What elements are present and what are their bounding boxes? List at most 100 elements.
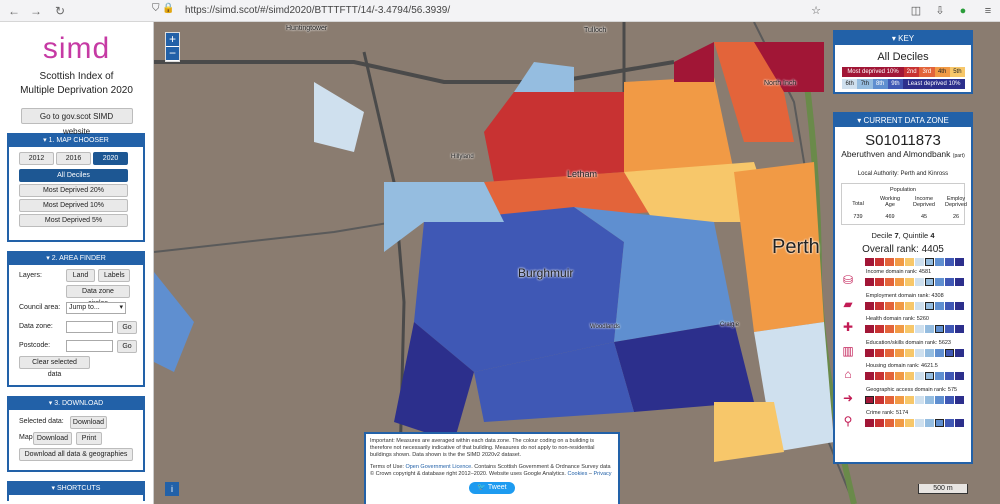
all-deciles-button[interactable]: All Deciles <box>19 169 128 182</box>
map-label-burghmuir: Burghmuir <box>518 266 574 280</box>
pocket-icon[interactable]: ◫ <box>908 3 924 19</box>
data-zone-circles-button[interactable]: Data zone circles <box>66 285 130 307</box>
domain-row: ▥ Education/skills domain rank: 5623 <box>835 340 971 364</box>
decile-cell-10 <box>955 301 964 310</box>
key-decile-4: 4th <box>934 67 950 77</box>
council-area-select[interactable]: Jump to... ▾ <box>66 302 126 314</box>
year-2012-button[interactable]: 2012 <box>19 152 54 165</box>
decile-cell-1 <box>865 419 874 427</box>
ogl-link[interactable]: Open Government Licence <box>405 464 471 470</box>
decile-cell-9 <box>945 348 954 357</box>
decile-cell-10 <box>955 348 964 357</box>
postcode-input[interactable] <box>66 340 113 352</box>
decile-cell-6 <box>915 278 924 286</box>
decile-cell-1 <box>865 301 874 310</box>
go-to-govscot-button[interactable]: Go to gov.scot SIMD website <box>20 108 133 136</box>
decile-cell-2 <box>875 278 884 286</box>
labels-layer-button[interactable]: Labels <box>98 269 130 282</box>
map-chooser-title: 1. MAP CHOOSER <box>48 137 109 144</box>
area-finder-panel: ▾ 2. AREA FINDER Layers: Land Labels Dat… <box>7 251 145 387</box>
decile-cell-8 <box>935 348 944 357</box>
area-finder-header[interactable]: ▾ 2. AREA FINDER <box>9 253 143 265</box>
decile-cell-10 <box>955 419 964 427</box>
url-bar[interactable]: https://simd.scot/#/simd2020/BTTTFTT/14/… <box>185 3 450 19</box>
bookmark-star-icon[interactable]: ☆ <box>808 3 824 19</box>
decile-cell-10 <box>955 395 964 404</box>
map-chooser-header[interactable]: ▾ 1. MAP CHOOSER <box>9 135 143 147</box>
zoom-in-button[interactable]: + <box>166 33 179 47</box>
decile-cell-7 <box>925 258 934 266</box>
decile-cell-10 <box>955 258 964 266</box>
forward-icon[interactable]: → <box>28 3 44 19</box>
zone-decile-5 <box>714 402 784 462</box>
info-icon[interactable]: i <box>165 482 179 496</box>
decile-cell-9 <box>945 325 954 333</box>
decile-cell-1 <box>865 278 874 286</box>
map-label-woodlands: Woodlands <box>590 324 620 330</box>
most-deprived-10-button[interactable]: Most Deprived 10% <box>19 199 128 212</box>
domain-label: Education/skills domain rank: 5623 <box>866 339 951 346</box>
back-icon[interactable]: ← <box>6 3 22 19</box>
menu-icon[interactable]: ≡ <box>980 3 996 19</box>
data-zone-part: (part) <box>952 153 965 159</box>
decile-cell-4 <box>895 258 904 266</box>
map-label-north-inch: North Inch <box>764 80 797 87</box>
key-header[interactable]: ▾ KEY <box>835 32 971 45</box>
decile-cell-8 <box>935 395 944 404</box>
postcode-row: Postcode: Go <box>9 338 143 354</box>
data-zone-header[interactable]: ▾ CURRENT DATA ZONE <box>835 114 971 127</box>
download-all-button[interactable]: Download all data & geographies <box>19 448 133 461</box>
zoom-control: + − <box>165 32 180 62</box>
cookies-link[interactable]: Cookies <box>567 471 587 477</box>
decile-cell-7 <box>925 348 934 357</box>
decile-cell-6 <box>915 372 924 380</box>
extension-check-icon[interactable]: ● <box>955 3 971 19</box>
decile-cell-8 <box>935 301 944 310</box>
download-header[interactable]: ▾ 3. DOWNLOAD <box>9 398 143 410</box>
most-deprived-20-button[interactable]: Most Deprived 20% <box>19 184 128 197</box>
data-zone-go-button[interactable]: Go <box>117 321 137 334</box>
pop-employ-label: Employ Deprived <box>944 196 967 208</box>
postcode-go-button[interactable]: Go <box>117 340 137 353</box>
map-download-button[interactable]: Download <box>33 432 72 445</box>
print-button[interactable]: Print <box>76 432 102 445</box>
clear-selected-data-button[interactable]: Clear selected data <box>19 356 90 378</box>
key-least-deprived: Least deprived 10% <box>903 79 965 89</box>
downloads-icon[interactable]: ⇩ <box>932 3 948 19</box>
note-terms: Terms of Use: Open Government Licence. C… <box>370 464 614 478</box>
decile-cell-6 <box>915 419 924 427</box>
circles-row: Data zone circles <box>9 284 143 307</box>
data-zone-input[interactable] <box>66 321 113 333</box>
council-row: Council area: Jump to... ▾ <box>9 300 143 316</box>
shortcuts-header[interactable]: ▾ SHORTCUTS <box>9 483 143 495</box>
privacy-link[interactable]: Privacy <box>593 471 611 477</box>
decile-cell-5 <box>905 419 914 427</box>
local-authority: Local Authority: Perth and Kinross <box>857 171 949 177</box>
map-label-tulloch: Tulloch <box>584 27 607 34</box>
tweet-button[interactable]: 🐦 Tweet <box>469 482 515 494</box>
pop-total-value: 739 <box>853 214 863 220</box>
simd-logo: simd <box>42 32 111 65</box>
reload-icon[interactable]: ↻ <box>52 3 68 19</box>
decile-cell-1 <box>865 395 874 404</box>
land-layer-button[interactable]: Land <box>66 269 95 282</box>
pop-total: Total 739 <box>844 198 872 220</box>
zoom-out-button[interactable]: − <box>166 47 179 61</box>
note-important: Important: Measures are averaged within … <box>370 438 595 458</box>
chevron-down-icon: ▾ <box>119 304 123 311</box>
note-terms-prefix: Terms of Use: <box>370 464 406 470</box>
most-deprived-5-button[interactable]: Most Deprived 5% <box>19 214 128 227</box>
year-2020-button[interactable]: 2020 <box>93 152 128 165</box>
decile-cell-9 <box>945 372 954 380</box>
key-decile-7: 7th <box>857 79 873 89</box>
data-zone-name: Aberuthven and Almondbank (part) <box>835 149 971 159</box>
year-2016-button[interactable]: 2016 <box>56 152 91 165</box>
scale-bar: 500 m <box>918 484 968 494</box>
selected-download-button[interactable]: Download <box>70 416 107 429</box>
pop-working-value: 469 <box>885 214 895 220</box>
zone-decile-1 <box>484 92 624 182</box>
decile-cell-6 <box>915 325 924 333</box>
layers-label: Layers: <box>19 272 42 279</box>
key-title: KEY <box>898 34 915 43</box>
domain-row: ⚲ Crime rank: 5174 <box>835 410 971 434</box>
